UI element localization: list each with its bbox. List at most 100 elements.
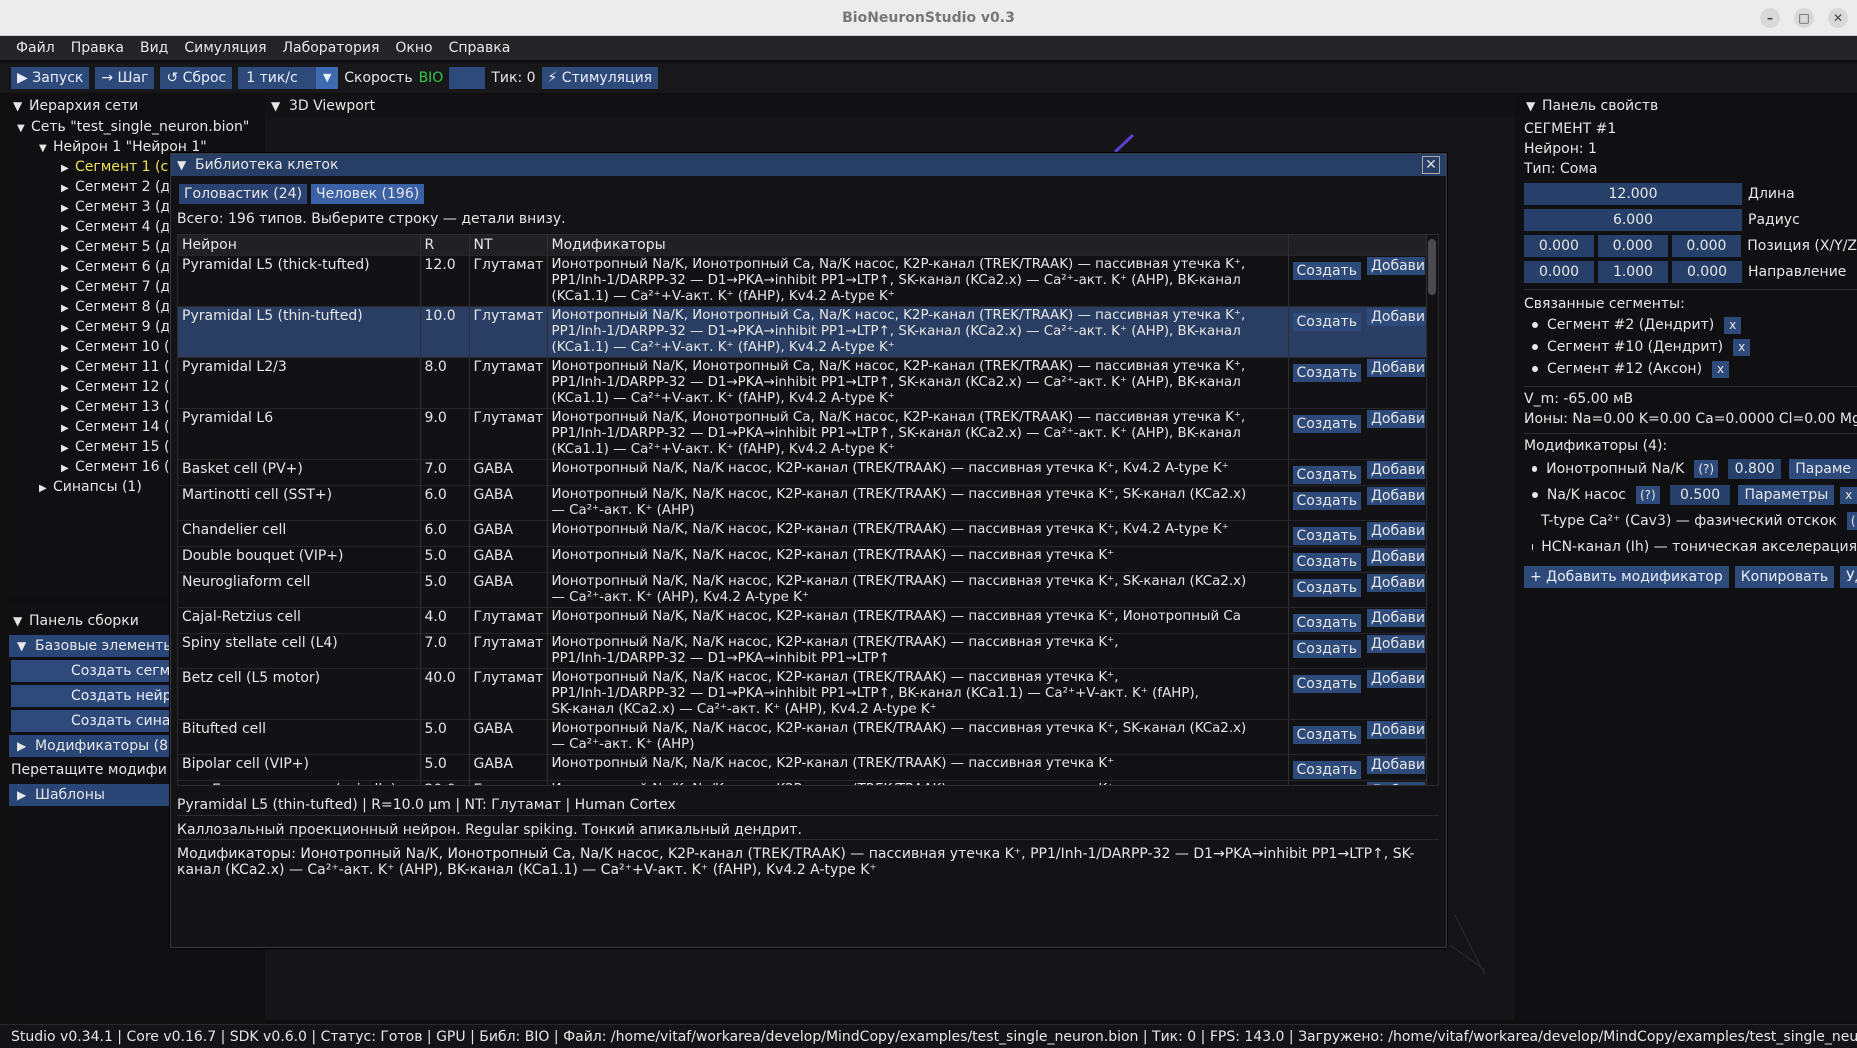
create-cell-button[interactable]: Создать — [1292, 640, 1361, 658]
add-cell-button[interactable]: Добави — [1366, 782, 1425, 785]
radius-input[interactable]: 6.000 — [1524, 209, 1742, 231]
length-input[interactable]: 12.000 — [1524, 183, 1742, 205]
remove-modifier-button[interactable]: x — [1840, 486, 1857, 504]
add-cell-button[interactable]: Добави — [1366, 461, 1425, 479]
create-cell-button[interactable]: Создать — [1292, 579, 1361, 597]
position-z-input[interactable]: 0.000 — [1671, 235, 1742, 257]
tick-rate-select[interactable]: 1 тик/с ▼ — [238, 67, 339, 89]
chevron-down-icon[interactable]: ▼ — [316, 67, 339, 89]
run-button[interactable]: ▶ Запуск — [11, 67, 90, 89]
help-icon[interactable]: ( — [1846, 512, 1857, 530]
menu-edit[interactable]: Правка — [63, 36, 132, 60]
create-cell-button[interactable]: Создать — [1292, 492, 1361, 510]
help-icon[interactable]: (?) — [1635, 486, 1660, 504]
tab-human[interactable]: Человек (196) — [311, 184, 425, 204]
table-row[interactable]: Basket cell (PV+) 7.0 GABA Ионотропный Na/K… — [178, 459, 1427, 486]
table-row[interactable]: von Economo neuron (spindle)20.0Глутамат… — [178, 780, 1427, 785]
add-cell-button[interactable]: Добави — [1366, 574, 1425, 592]
step-button[interactable]: → Шаг — [95, 67, 155, 89]
table-row[interactable]: Betz cell (L5 motor) 40.0 Глутамат Ионотроп… — [178, 668, 1427, 720]
help-icon[interactable]: (?) — [1694, 460, 1719, 478]
col-neuron[interactable]: Нейрон — [178, 235, 421, 256]
properties-header[interactable]: ▼ Панель свойств — [1518, 95, 1857, 117]
create-cell-button[interactable]: Создать — [1292, 313, 1361, 331]
create-cell-button[interactable]: Создать — [1292, 675, 1361, 693]
add-cell-button[interactable]: Добави — [1366, 487, 1425, 505]
add-cell-button[interactable]: Добави — [1366, 721, 1425, 739]
table-row[interactable]: Chandelier cell 6.0 GABA Ионотропный Na/K, … — [178, 520, 1427, 547]
menu-help[interactable]: Справка — [441, 36, 519, 60]
table-row[interactable]: Martinotti cell (SST+) 6.0 GABA Ионотропный… — [178, 485, 1427, 521]
table-row[interactable]: Bitufted cell 5.0 GABA Ионотропный Na/K, Na… — [178, 719, 1427, 755]
close-window-icon[interactable]: ✕ — [1828, 8, 1848, 28]
modifier-strength-input[interactable]: 0.800 — [1728, 459, 1782, 479]
menu-simulation[interactable]: Симуляция — [176, 36, 274, 60]
add-cell-button[interactable]: Добави — [1366, 257, 1425, 275]
create-cell-button[interactable]: Создать — [1292, 726, 1361, 744]
direction-y-input[interactable]: 1.000 — [1598, 261, 1668, 283]
remove-link-button[interactable]: x — [1712, 360, 1730, 378]
modifier-line: — Ca²⁺-акт. K⁺ (AHP), Kv4.2 A-type K⁺ — [551, 590, 809, 605]
table-row[interactable]: Pyramidal L5 (thin-tufted) 10.0 Глутамат Ио… — [178, 306, 1427, 358]
collapse-icon: ▼ — [177, 158, 187, 172]
cell-nt: GABA — [469, 520, 548, 547]
table-scrollbar[interactable] — [1428, 239, 1436, 295]
table-row[interactable]: Cajal-Retzius cell 4.0 Глутамат Ионотропный… — [178, 607, 1427, 634]
menu-lab[interactable]: Лаборатория — [275, 36, 388, 60]
linked-segment-item: Сегмент #12 (Аксон) x — [1518, 358, 1857, 380]
tab-tadpole[interactable]: Головастик (24) — [179, 184, 308, 204]
create-cell-button[interactable]: Создать — [1292, 527, 1361, 545]
col-radius[interactable]: R — [420, 235, 470, 256]
stimulation-button[interactable]: ⚡ Стимуляция — [541, 67, 659, 89]
create-cell-button[interactable]: Создать — [1292, 262, 1361, 280]
add-cell-button[interactable]: Добави — [1366, 410, 1425, 428]
modifier-params-button[interactable]: Параметры — [1738, 485, 1835, 505]
create-cell-button[interactable]: Создать — [1292, 614, 1361, 632]
create-cell-button[interactable]: Создать — [1292, 415, 1361, 433]
add-cell-button[interactable]: Добави — [1366, 308, 1425, 326]
close-icon[interactable]: ✕ — [1422, 156, 1440, 174]
minimize-icon[interactable]: – — [1760, 8, 1780, 28]
menu-file[interactable]: Файл — [8, 36, 63, 60]
add-cell-button[interactable]: Добави — [1366, 635, 1425, 653]
position-y-input[interactable]: 0.000 — [1597, 235, 1668, 257]
create-cell-button[interactable]: Создать — [1292, 364, 1361, 382]
direction-x-input[interactable]: 0.000 — [1524, 261, 1594, 283]
menu-view[interactable]: Вид — [132, 36, 176, 60]
table-row[interactable]: Spiny stellate cell (L4) 7.0 Глутамат Ионот… — [178, 633, 1427, 669]
cell-library-header[interactable]: ▼ Библиотека клеток ✕ — [171, 154, 1446, 176]
add-cell-button[interactable]: Добави — [1366, 756, 1425, 774]
add-cell-button[interactable]: Добави — [1366, 670, 1425, 688]
add-modifier-button[interactable]: + Добавить модификатор — [1524, 566, 1729, 588]
add-cell-button[interactable]: Добави — [1366, 359, 1425, 377]
menu-window[interactable]: Окно — [387, 36, 440, 60]
row-actions: Создать Добави — [1288, 408, 1427, 460]
table-row[interactable]: Double bouquet (VIP+) 5.0 GABA Ионотропный … — [178, 546, 1427, 573]
add-cell-button[interactable]: Добави — [1366, 548, 1425, 566]
add-cell-button[interactable]: Добави — [1366, 522, 1425, 540]
create-cell-button[interactable]: Создать — [1292, 553, 1361, 571]
remove-link-button[interactable]: x — [1733, 338, 1751, 356]
modifier-strength-input[interactable]: 0.500 — [1669, 485, 1731, 505]
table-row[interactable]: Neurogliaform cell 5.0 GABA Ионотропный Na/… — [178, 572, 1427, 608]
table-row[interactable]: Pyramidal L5 (thick-tufted) 12.0 Глутамат И… — [178, 255, 1427, 307]
table-row[interactable]: Bipolar cell (VIP+) 5.0 GABA Ионотропный Na… — [178, 754, 1427, 781]
table-row[interactable]: Pyramidal L2/3 8.0 Глутамат Ионотропный Na/… — [178, 357, 1427, 409]
tree-network[interactable]: ▼ Сеть "test_single_neuron.bion" — [5, 117, 263, 137]
col-modifiers[interactable]: Модификаторы — [547, 235, 1289, 256]
col-nt[interactable]: NT — [469, 235, 548, 256]
create-cell-button[interactable]: Создать — [1292, 761, 1361, 779]
remove-link-button[interactable]: x — [1724, 316, 1742, 334]
modifier-params-button[interactable]: Параме — [1789, 459, 1857, 479]
maximize-icon[interactable]: □ — [1794, 8, 1814, 28]
delete-button[interactable]: Уд — [1840, 566, 1857, 588]
hierarchy-header[interactable]: ▼ Иерархия сети — [5, 95, 263, 117]
create-cell-button[interactable]: Создать — [1292, 466, 1361, 484]
copy-button[interactable]: Копировать — [1734, 566, 1835, 588]
table-row[interactable]: Pyramidal L6 9.0 Глутамат Ионотропный Na/K,… — [178, 408, 1427, 460]
reset-button[interactable]: ↺ Сброс — [160, 67, 233, 89]
direction-z-input[interactable]: 0.000 — [1672, 261, 1742, 283]
speed-slider[interactable] — [449, 67, 486, 89]
add-cell-button[interactable]: Добави — [1366, 609, 1425, 627]
position-x-input[interactable]: 0.000 — [1524, 235, 1594, 257]
